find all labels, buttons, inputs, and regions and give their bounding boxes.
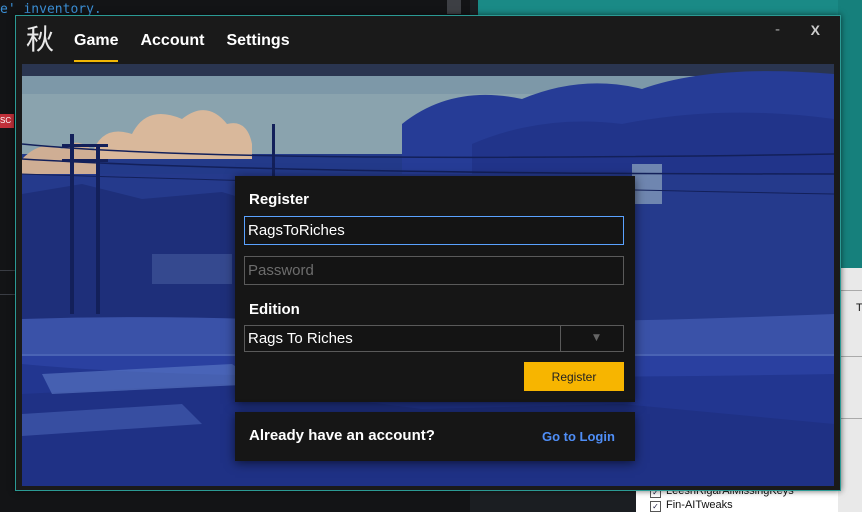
background-window-teal	[838, 0, 862, 268]
launcher-window: 秋 Game Account Settings - X Register Rag…	[15, 15, 841, 491]
nav-tab-game[interactable]: Game	[74, 16, 119, 64]
checkbox-checked-icon: ✓	[650, 501, 661, 512]
background-artwork: Register Edition Rags To Riches ▼ Regist…	[22, 64, 834, 486]
already-have-account-text: Already have an account?	[249, 427, 435, 444]
edition-label: Edition	[249, 301, 300, 318]
app-logo: 秋	[26, 23, 55, 56]
go-to-login-link[interactable]: Go to Login	[542, 429, 615, 444]
edition-select-value: Rags To Riches	[248, 330, 353, 347]
background-scrollbar	[447, 0, 461, 14]
background-column-letter: T	[856, 302, 862, 314]
main-nav: Game Account Settings	[74, 16, 312, 64]
select-divider	[560, 326, 561, 351]
background-right-panel: T	[838, 268, 862, 512]
nav-tab-account[interactable]: Account	[140, 16, 204, 64]
list-item-label: Fin-AITweaks	[666, 499, 733, 511]
background-badge: SC	[0, 114, 14, 128]
close-button[interactable]: X	[811, 22, 820, 38]
background-divider	[838, 418, 862, 419]
chevron-down-icon[interactable]: ▼	[593, 326, 600, 351]
edition-select[interactable]: Rags To Riches ▼	[244, 325, 624, 352]
login-prompt-panel: Already have an account? Go to Login	[235, 412, 635, 461]
register-title: Register	[249, 191, 310, 208]
minimize-button[interactable]: -	[775, 22, 780, 38]
register-button[interactable]: Register	[524, 362, 624, 391]
background-divider	[838, 356, 862, 357]
password-input[interactable]	[244, 256, 624, 285]
username-input[interactable]	[244, 216, 624, 245]
list-item: ✓ Fin-AITweaks	[650, 499, 838, 512]
background-divider	[838, 290, 862, 291]
register-panel: Register Edition Rags To Riches ▼ Regist…	[235, 176, 635, 402]
nav-tab-settings[interactable]: Settings	[226, 16, 289, 64]
title-bar[interactable]: 秋 Game Account Settings - X	[16, 16, 840, 64]
